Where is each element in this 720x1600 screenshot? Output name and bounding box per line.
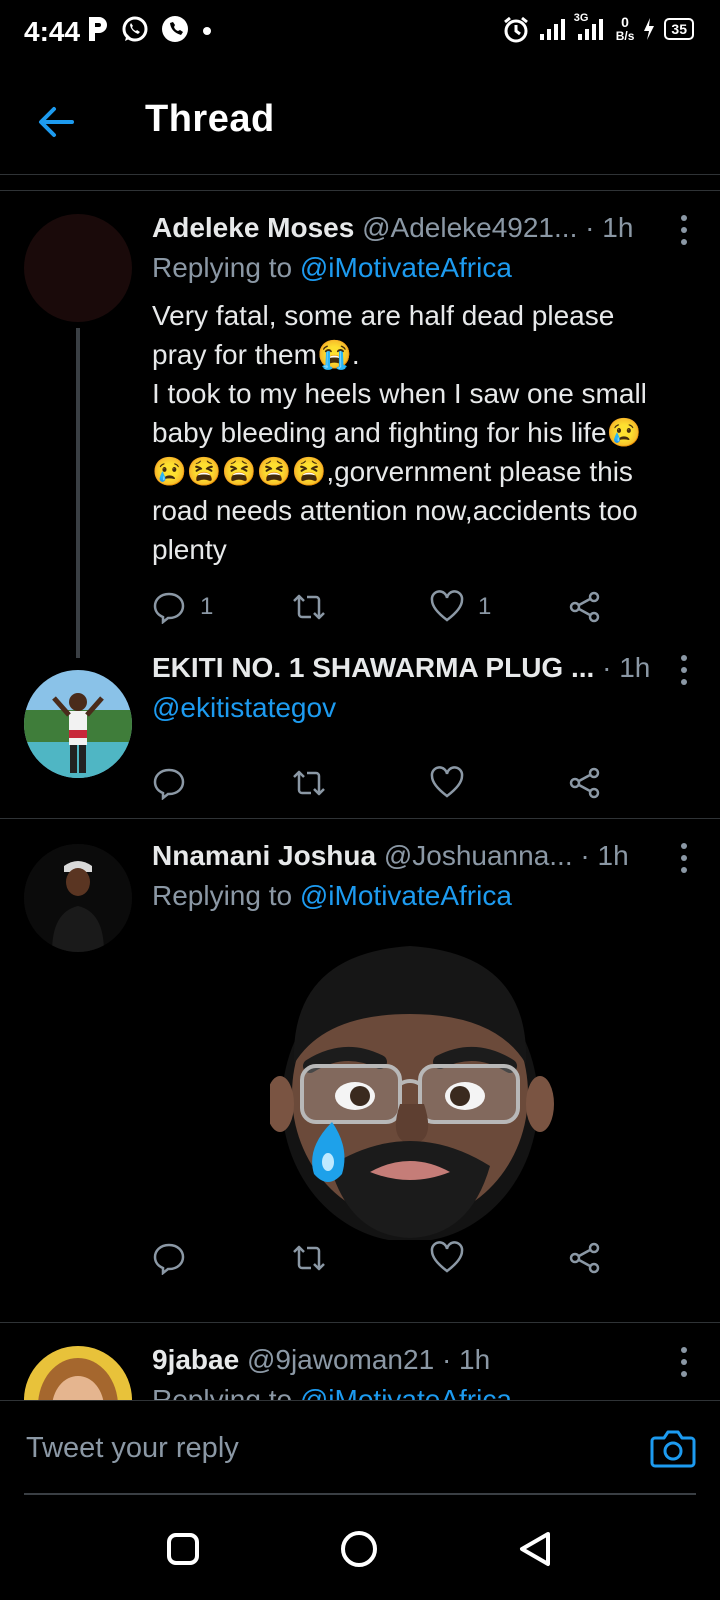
arrow-left-icon[interactable]	[36, 102, 76, 142]
tweet-actions	[152, 763, 632, 803]
share-button[interactable]	[568, 1238, 602, 1278]
page-title: Thread	[145, 98, 275, 140]
avatar[interactable]	[24, 1346, 132, 1400]
mention-link[interactable]: @ekitistategov	[152, 692, 336, 723]
status-bar: 4:44 3G 0 B/s 35	[0, 0, 720, 64]
author-handle[interactable]: @Adeleke4921...	[362, 212, 577, 243]
tweet-actions: 1 1	[152, 587, 632, 627]
data-speed-value: 0	[621, 14, 629, 30]
author-name[interactable]: Adeleke Moses	[152, 212, 354, 243]
replying-to-link[interactable]: @iMotivateAfrica	[300, 880, 512, 911]
battery-level: 35	[664, 18, 694, 40]
tweet-actions	[152, 1238, 632, 1278]
reply-input[interactable]	[24, 1431, 588, 1466]
reply-button[interactable]: 1	[152, 587, 213, 627]
reply-icon	[153, 1243, 185, 1275]
more-options-icon[interactable]	[672, 1344, 696, 1380]
avatar[interactable]	[24, 214, 132, 322]
retweet-icon	[293, 1245, 325, 1271]
reply-icon	[153, 592, 185, 624]
system-nav-bar	[0, 1500, 720, 1600]
author-name[interactable]: Nnamani Joshua	[152, 840, 376, 871]
like-button[interactable]	[430, 763, 464, 803]
thread-header: Thread	[0, 70, 720, 175]
camera-icon[interactable]	[650, 1425, 696, 1471]
author-name[interactable]: 9jabae	[152, 1344, 239, 1375]
like-button[interactable]: 1	[430, 587, 491, 627]
replying-to-link[interactable]: @iMotivateAfrica	[300, 1384, 512, 1400]
back-triangle-icon[interactable]	[518, 1530, 552, 1568]
home-circle-icon[interactable]	[340, 1530, 378, 1568]
author-name[interactable]: EKITI NO. 1 SHAWARMA PLUG ...	[152, 652, 594, 683]
phone-call-icon	[162, 16, 188, 42]
signal-icon	[539, 19, 565, 40]
status-time: 4:44	[24, 16, 81, 47]
tweet-time: · 1h	[580, 840, 629, 871]
avatar-photo	[24, 1346, 132, 1400]
thread-connector-line	[76, 328, 80, 658]
reply-composer	[0, 1400, 720, 1497]
reply-button[interactable]	[152, 1238, 186, 1278]
retweet-button[interactable]	[290, 763, 328, 803]
more-options-icon[interactable]	[672, 652, 696, 688]
more-options-icon[interactable]	[672, 840, 696, 876]
retweet-icon	[293, 770, 325, 796]
reply-icon	[153, 768, 185, 800]
tweet-ekiti-shawarma[interactable]: EKITI NO. 1 SHAWARMA PLUG ... · 1h @ekit…	[0, 652, 720, 818]
replying-to: Replying to @iMotivateAfrica	[152, 1384, 512, 1400]
composer-underline	[24, 1493, 696, 1495]
alarm-icon	[503, 16, 528, 43]
recents-square-icon[interactable]	[166, 1532, 200, 1566]
share-icon	[569, 591, 600, 623]
reply-count: 1	[200, 593, 214, 620]
reply-button[interactable]	[152, 763, 186, 803]
replying-to: Replying to @iMotivateAfrica	[152, 252, 512, 283]
parking-app-icon	[89, 17, 107, 41]
share-button[interactable]	[568, 587, 602, 627]
share-icon	[569, 1242, 600, 1274]
share-icon	[569, 767, 600, 799]
tweet-time: · 1h	[602, 652, 651, 683]
tweet-nnamani-joshua[interactable]: Nnamani Joshua @Joshuanna... · 1h Replyi…	[0, 818, 720, 1322]
charging-bolt-icon	[644, 18, 655, 40]
network-type-label: 3G	[573, 12, 589, 24]
avatar-photo	[24, 844, 132, 952]
avatar-photo	[24, 670, 132, 778]
more-options-icon[interactable]	[672, 212, 696, 248]
crying-memoji-sticker[interactable]	[270, 934, 560, 1240]
heart-icon	[430, 1241, 464, 1273]
avatar[interactable]	[24, 844, 132, 952]
tweet-time: · 1h	[585, 212, 634, 243]
replying-to-link[interactable]: @iMotivateAfrica	[300, 252, 512, 283]
whatsapp-icon	[122, 16, 148, 42]
retweet-button[interactable]	[290, 587, 342, 627]
like-count: 1	[478, 593, 492, 620]
heart-icon	[430, 590, 464, 622]
data-speed-unit: B/s	[615, 29, 635, 43]
author-handle[interactable]: @9jawoman21	[247, 1344, 434, 1375]
tweet-time: · 1h	[441, 1344, 491, 1375]
author-handle[interactable]: @Joshuanna...	[384, 840, 573, 871]
like-button[interactable]	[430, 1238, 464, 1278]
retweet-icon	[293, 594, 325, 620]
avatar[interactable]	[24, 670, 132, 778]
tweet-9jabae[interactable]: 9jabae @9jawoman21 · 1h Replying to @iMo…	[0, 1322, 720, 1400]
share-button[interactable]	[568, 763, 602, 803]
tweet-text: Very fatal, some are half dead please pr…	[152, 300, 647, 565]
notification-dot-icon	[203, 27, 211, 35]
heart-icon	[430, 766, 464, 798]
tweet-adeleke-moses[interactable]: Adeleke Moses @Adeleke4921... · 1h Reply…	[0, 190, 720, 660]
replying-to: Replying to @iMotivateAfrica	[152, 880, 512, 911]
retweet-button[interactable]	[290, 1238, 328, 1278]
